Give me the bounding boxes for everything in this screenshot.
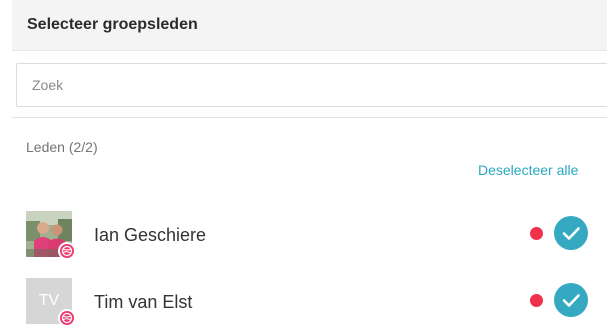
- header-bar: Selecteer groepsleden: [12, 0, 607, 51]
- page-title: Selecteer groepsleden: [27, 16, 198, 33]
- members-count-label: Leden (2/2): [26, 139, 98, 155]
- search-box[interactable]: [16, 63, 607, 107]
- dribbble-icon: [58, 242, 76, 260]
- avatar: [26, 211, 76, 260]
- status-indicator: [530, 294, 543, 307]
- group-member-selector: Selecteer groepsleden Leden (2/2) Desele…: [0, 0, 607, 328]
- divider: [12, 117, 607, 118]
- member-name: Ian Geschiere: [94, 225, 207, 245]
- search-input[interactable]: [17, 64, 607, 106]
- member-name: Tim van Elst: [94, 292, 193, 312]
- deselect-all-link[interactable]: Deselecteer alle: [478, 162, 578, 178]
- member-row-tim-van-elst[interactable]: TV Tim van Elst: [0, 278, 607, 328]
- status-indicator: [530, 227, 543, 240]
- selected-check-icon[interactable]: [554, 283, 588, 317]
- dribbble-icon: [58, 309, 76, 327]
- avatar: TV: [26, 278, 76, 327]
- selected-check-icon[interactable]: [554, 216, 588, 250]
- member-row-ian-geschiere[interactable]: Ian Geschiere: [0, 211, 607, 261]
